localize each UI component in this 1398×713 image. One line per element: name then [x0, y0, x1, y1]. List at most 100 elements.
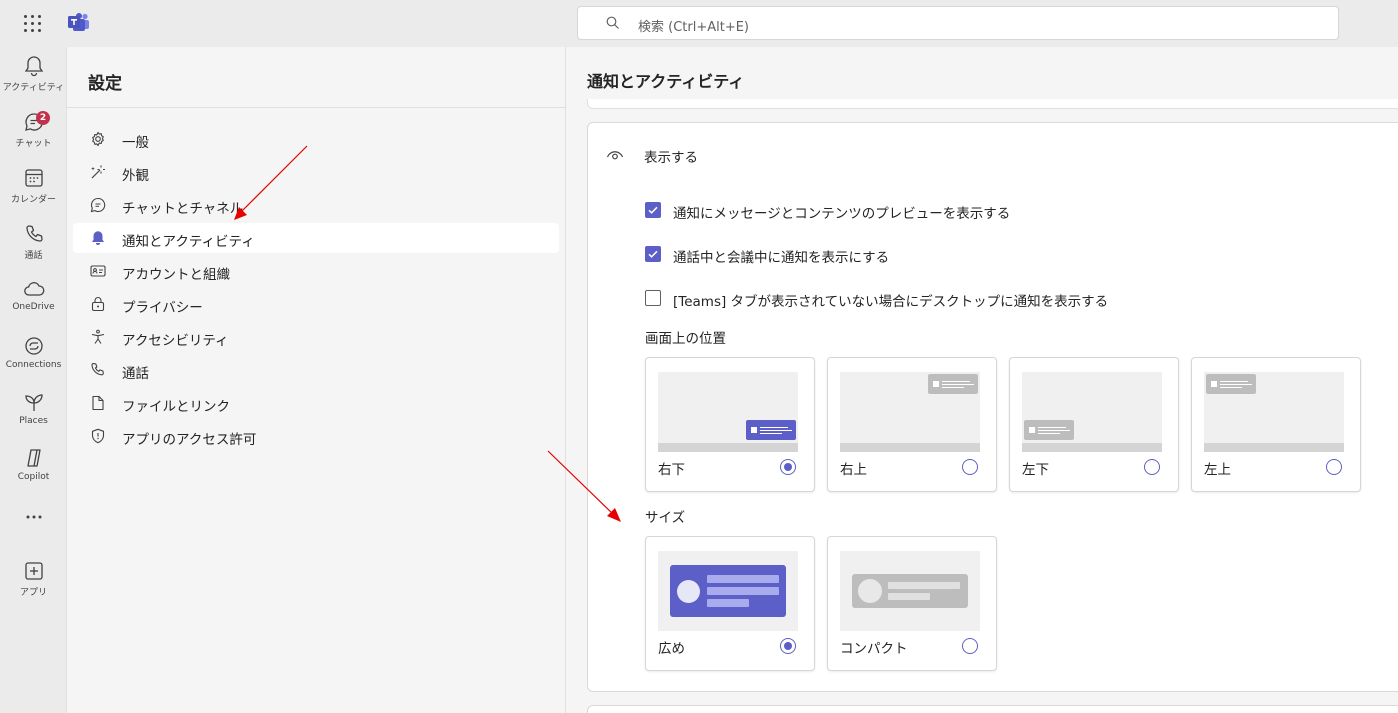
rail-item-calls[interactable]: 通話	[0, 223, 67, 273]
settings-nav: 設定 一般 外観 チャットとチャネル 通知とアクティビティ アカウントと組織 プ…	[67, 47, 566, 713]
nav-label: 通知とアクティビティ	[122, 234, 255, 250]
search-placeholder: 検索 (Ctrl+Alt+E)	[638, 20, 750, 35]
nav-item-app-permissions[interactable]: アプリのアクセス許可	[73, 421, 559, 451]
rail-label: Connections	[5, 360, 62, 370]
nav-label: プライバシー	[122, 300, 203, 316]
radio-unselected[interactable]	[962, 459, 978, 475]
page-title: 通知とアクティビティ	[587, 72, 745, 91]
nav-item-accounts-orgs[interactable]: アカウントと組織	[73, 256, 559, 286]
rail-label: アクティビティ	[2, 83, 65, 93]
phone-icon	[25, 225, 43, 242]
option-label: 広め	[658, 641, 685, 657]
rail-item-activity[interactable]: アクティビティ	[0, 55, 67, 105]
nav-item-calls[interactable]: 通話	[73, 355, 559, 385]
nav-item-general[interactable]: 一般	[73, 124, 559, 154]
nav-item-chats-channels[interactable]: チャットとチャネル	[73, 190, 559, 220]
position-preview	[658, 372, 798, 452]
checkbox-checked[interactable]	[645, 246, 661, 262]
radio-unselected[interactable]	[962, 638, 978, 654]
section-title: 表示する	[644, 150, 698, 166]
rail-label: チャット	[15, 139, 52, 149]
radio-selected[interactable]	[780, 459, 796, 475]
search-icon	[606, 16, 619, 29]
radio-selected[interactable]	[780, 638, 796, 654]
lock-icon	[91, 297, 105, 312]
display-section-card: 表示する 通知にメッセージとコンテンツのプレビューを表示する 通話中と会議中に通…	[587, 122, 1398, 692]
cloud-icon	[23, 282, 44, 296]
rail-label: Copilot	[17, 472, 50, 482]
unread-badge: 2	[36, 111, 50, 125]
position-preview	[1022, 372, 1162, 452]
search-input[interactable]: 検索 (Ctrl+Alt+E)	[577, 6, 1339, 40]
size-preview	[658, 551, 798, 631]
position-preview	[840, 372, 980, 452]
rail-item-chat[interactable]: 2 チャット	[0, 111, 67, 161]
rail-item-copilot[interactable]: Copilot	[0, 447, 67, 497]
app-launcher-icon[interactable]	[22, 13, 44, 35]
next-card	[587, 705, 1398, 713]
nav-item-files-links[interactable]: ファイルとリンク	[73, 388, 559, 418]
rail-item-apps[interactable]: アプリ	[0, 560, 67, 610]
rail-item-places[interactable]: Places	[0, 391, 67, 441]
nav-item-notifications-activity[interactable]: 通知とアクティビティ	[73, 223, 559, 253]
document-icon	[92, 395, 104, 411]
rail-label: Places	[19, 416, 48, 426]
id-card-icon	[90, 265, 106, 277]
settings-content: 通知とアクティビティ 表示する 通知にメッセージとコンテンツのプレビューを表示す…	[567, 47, 1398, 713]
nav-item-accessibility[interactable]: アクセシビリティ	[73, 322, 559, 352]
position-preview	[1204, 372, 1344, 452]
gear-icon	[92, 131, 104, 147]
nav-item-appearance[interactable]: 外観	[73, 157, 559, 187]
accessibility-icon	[91, 329, 105, 344]
option-label: 左下	[1022, 462, 1049, 478]
checkbox-checked[interactable]	[645, 202, 661, 218]
option-label: 右上	[840, 462, 867, 478]
position-option-top-left[interactable]: 左上	[1191, 357, 1361, 492]
rail-item-connections[interactable]: Connections	[0, 335, 67, 385]
checkbox-label: 通話中と会議中に通知を表示にする	[673, 250, 890, 266]
size-option-large[interactable]: 広め	[645, 536, 815, 671]
nav-label: 外観	[122, 168, 149, 184]
settings-title: 設定	[88, 74, 122, 94]
size-title: サイズ	[645, 510, 686, 526]
nav-label: アカウントと組織	[122, 267, 230, 283]
previous-card	[587, 99, 1398, 109]
rail-item-calendar[interactable]: カレンダー	[0, 167, 67, 217]
app-rail: アクティビティ 2 チャット カレンダー 通話 OneDrive Connect…	[0, 47, 67, 713]
option-label: コンパクト	[840, 641, 908, 657]
shield-icon	[91, 428, 105, 444]
bell-icon	[92, 231, 104, 245]
rail-label: 通話	[24, 251, 43, 261]
size-preview	[840, 551, 980, 631]
add-apps-icon	[24, 562, 43, 580]
magic-wand-icon	[91, 165, 105, 179]
more-icon	[26, 515, 41, 519]
radio-unselected[interactable]	[1144, 459, 1160, 475]
more-apps-button[interactable]	[0, 513, 67, 529]
rail-label: アプリ	[19, 588, 47, 598]
checkmark-icon	[648, 250, 658, 258]
checkbox-unchecked[interactable]	[645, 290, 661, 306]
option-label: 右下	[658, 462, 685, 478]
rail-item-onedrive[interactable]: OneDrive	[0, 279, 67, 329]
radio-unselected[interactable]	[1326, 459, 1342, 475]
teams-logo-icon	[68, 13, 89, 31]
option-label: 左上	[1204, 462, 1231, 478]
nav-label: 通話	[122, 366, 149, 382]
size-option-compact[interactable]: コンパクト	[827, 536, 997, 671]
bell-icon	[24, 56, 43, 77]
nav-label: チャットとチャネル	[122, 201, 244, 217]
calendar-icon	[24, 169, 43, 187]
toast-preview	[746, 420, 796, 440]
toast-preview	[1206, 374, 1256, 394]
nav-label: アクセシビリティ	[122, 333, 229, 349]
nav-label: 一般	[122, 135, 149, 151]
checkbox-label: [Teams] タブが表示されていない場合にデスクトップに通知を表示する	[673, 294, 1109, 310]
nav-item-privacy[interactable]: プライバシー	[73, 289, 559, 319]
position-option-top-right[interactable]: 右上	[827, 357, 997, 492]
position-option-bottom-right[interactable]: 右下	[645, 357, 815, 492]
position-option-bottom-left[interactable]: 左下	[1009, 357, 1179, 492]
copilot-icon	[26, 449, 41, 467]
title-bar: 検索 (Ctrl+Alt+E)	[0, 0, 1398, 47]
checkmark-icon	[648, 206, 658, 214]
